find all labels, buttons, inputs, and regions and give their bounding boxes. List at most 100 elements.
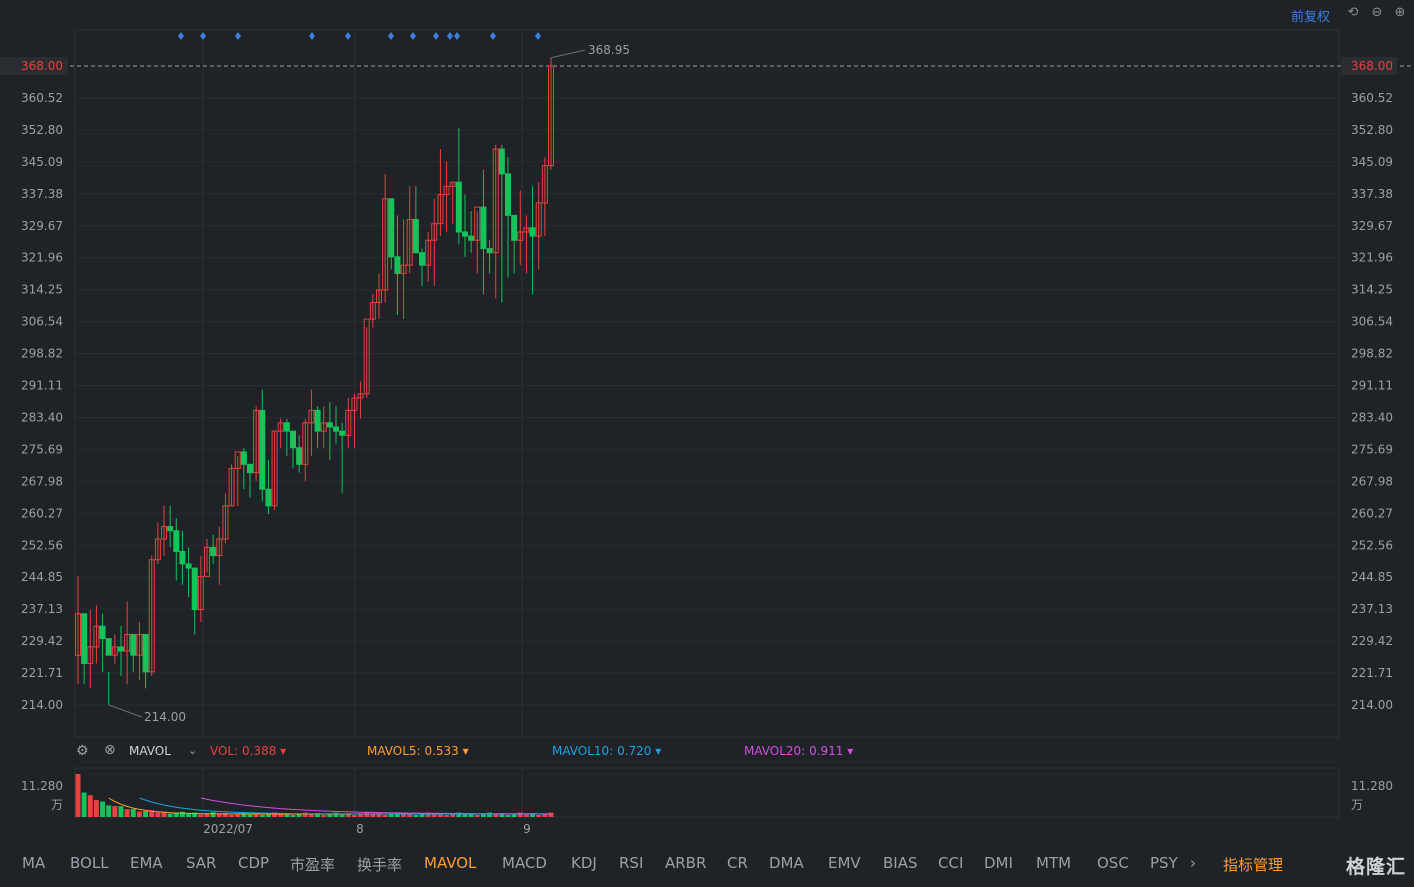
volume-bar [124,809,130,817]
price-tick-label-left: 252.56 [21,538,63,552]
tab-bias[interactable]: BIAS [883,854,918,872]
volume-bar [241,812,247,817]
tab-市盈率[interactable]: 市盈率 [290,854,335,875]
price-tick-label-left: 283.40 [21,410,63,424]
volume-bar [444,814,450,817]
price-tick-label-left: 291.11 [21,379,63,393]
candle-body [283,422,290,432]
tab-dmi[interactable]: DMI [984,854,1013,872]
price-tick-label-left: 352.80 [21,123,63,137]
tab-osc[interactable]: OSC [1097,854,1129,872]
volume-bar [186,813,192,817]
indicator-manage-button[interactable]: 指标管理 [1223,854,1283,875]
price-tick-label-right: 214.00 [1351,698,1393,712]
tab-ema[interactable]: EMA [130,854,163,872]
tab-psy[interactable]: PSY [1150,854,1178,872]
settings-icon[interactable]: ⚙ [76,743,89,759]
price-tick-label-left: 360.52 [21,91,63,105]
candle-body [118,646,124,652]
indicator-name[interactable]: MAVOL [129,744,171,758]
candle-body [191,567,198,611]
volume-bar [401,814,407,817]
candle-body [480,206,487,250]
tab-arbr[interactable]: ARBR [665,854,706,872]
tab-kdj[interactable]: KDJ [571,854,597,872]
candle-body [259,409,266,490]
close-icon[interactable]: ⊗ [104,742,116,758]
volume-bar [493,814,499,817]
date-label: 2022/07 [203,822,253,836]
volume-bar [93,800,99,817]
tab-mtm[interactable]: MTM [1036,854,1071,872]
volume-bar [308,814,314,817]
chevron-down-icon[interactable]: ⌄ [188,744,197,757]
candle-body [498,148,505,175]
price-tick-label-left: 260.27 [21,506,63,520]
volume-bar [351,814,357,817]
tab-cdp[interactable]: CDP [238,854,269,872]
mavol5-label: MAVOL5: 0.533 ▾ [367,744,469,758]
candle-body [99,625,106,640]
candle-body [179,550,186,565]
volume-bar [321,814,327,817]
low-annotation-line [108,704,143,718]
volume-unit-right: 万 [1351,798,1363,812]
price-tick-label-right: 352.80 [1351,123,1393,137]
tab-换手率[interactable]: 换手率 [357,854,402,875]
tab-sar[interactable]: SAR [186,854,216,872]
current-price-left: 368.00 [21,59,63,73]
tab-ma[interactable]: MA [22,854,45,872]
volume-bar [210,812,216,817]
tab-emv[interactable]: EMV [828,854,861,872]
candle-body [240,451,247,465]
candle-body [167,526,174,532]
price-tick-label-right: 291.11 [1351,379,1393,393]
price-tick-label-right: 345.09 [1351,155,1393,169]
price-tick-label-right: 314.25 [1351,283,1393,297]
price-tick-label-right: 237.13 [1351,602,1393,616]
date-label: 8 [356,822,364,836]
event-marker-icon [309,32,315,40]
tab-mavol[interactable]: MAVOL [424,854,476,872]
chevron-right-icon[interactable]: › [1190,854,1196,872]
price-tick-label-left: 306.54 [21,315,63,329]
price-tick-label-right: 283.40 [1351,410,1393,424]
vol-label: VOL: 0.388 ▾ [210,744,287,758]
mavol-line [200,797,552,815]
volume-bar [259,814,265,817]
tab-dma[interactable]: DMA [769,854,804,872]
candle-body [511,214,518,241]
volume-panel-frame [74,767,1340,818]
candle-body [142,633,149,673]
event-marker-icon [345,32,351,40]
volume-bar [505,815,511,817]
volume-bar [247,814,253,817]
tab-cci[interactable]: CCI [938,854,963,872]
high-annotation: 368.95 [588,43,630,57]
tab-cr[interactable]: CR [727,854,748,872]
tab-boll[interactable]: BOLL [70,854,109,872]
volume-bar [462,814,468,817]
volume-bar [474,814,480,817]
price-panel-frame [74,29,1340,738]
price-tick-label-right: 229.42 [1351,634,1393,648]
event-marker-icon [410,32,416,40]
volume-bar [75,774,81,817]
high-annotation-line [550,49,586,59]
price-tick-label-left: 275.69 [21,442,63,456]
candle-body [290,430,296,449]
volume-max-right: 11.280 [1351,779,1393,793]
tab-macd[interactable]: MACD [502,854,547,872]
tab-rsi[interactable]: RSI [619,854,643,872]
event-marker-icon [388,32,394,40]
volume-unit-left: 万 [51,798,63,812]
candle-body [468,235,475,241]
candle-body [505,173,511,216]
volume-bar [118,806,124,817]
event-marker-icon [178,32,184,40]
price-tick-label-right: 329.67 [1351,219,1393,233]
price-tick-label-left: 321.96 [21,251,63,265]
price-tick-label-right: 244.85 [1351,570,1393,584]
price-tick-label-left: 314.25 [21,283,63,297]
volume-bar [339,814,345,817]
